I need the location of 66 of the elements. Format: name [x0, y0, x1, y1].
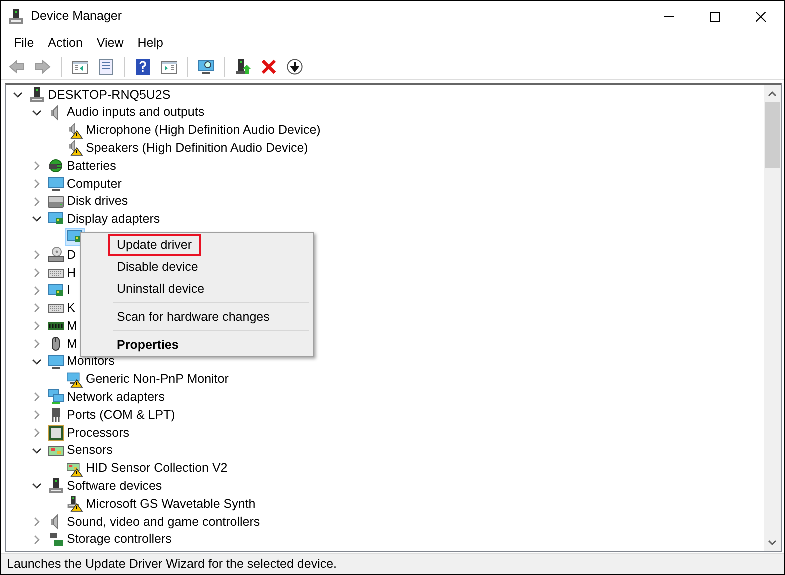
- battery-icon: [48, 158, 64, 174]
- delete-x-icon: [261, 58, 277, 74]
- panel-icon: [72, 58, 88, 74]
- close-icon: [756, 12, 766, 22]
- monitor-magnifier-icon: [198, 58, 214, 74]
- display-adapter-icon: [48, 282, 64, 299]
- tree-item[interactable]: Speakers (High Definition Audio Device): [65, 139, 310, 158]
- tree-item[interactable]: Display adapters: [46, 210, 162, 228]
- tree-item[interactable]: Microphone (High Definition Audio Device): [65, 122, 323, 140]
- network-icon: [48, 389, 64, 406]
- menu-item[interactable]: File: [7, 34, 42, 52]
- scroll-up-icon[interactable]: [768, 90, 777, 96]
- help-button[interactable]: [133, 56, 153, 76]
- menu-item[interactable]: Action: [41, 34, 90, 52]
- tree-item[interactable]: H: [46, 264, 78, 282]
- disc-drive-icon: [48, 247, 64, 264]
- properties-sheet-icon: [98, 58, 114, 74]
- tree-item[interactable]: M: [46, 335, 80, 353]
- tree-item[interactable]: Microsoft GS Wavetable Synth: [65, 495, 258, 514]
- download-circle-button[interactable]: [285, 56, 305, 76]
- tree-item[interactable]: Sensors: [46, 442, 115, 460]
- tree-item[interactable]: Computer: [46, 174, 124, 193]
- tree-item[interactable]: I: [46, 282, 72, 300]
- scroll-thumb[interactable]: [765, 102, 780, 168]
- tree-item[interactable]: Ports (COM & LPT): [46, 406, 178, 424]
- menu-item[interactable]: Disable device: [108, 256, 208, 278]
- tree-item[interactable]: Batteries: [46, 157, 118, 175]
- tree-item[interactable]: DESKTOP-RNQ5U2S: [27, 86, 173, 104]
- window-title: Device Manager: [31, 8, 122, 26]
- tree-item[interactable]: Processors: [46, 424, 132, 442]
- download-circle-icon: [287, 58, 303, 74]
- menu-item[interactable]: Uninstall device: [108, 278, 214, 300]
- tree-item[interactable]: Generic Non-PnP Monitor: [65, 370, 231, 389]
- tree-item[interactable]: M: [46, 317, 80, 336]
- computer-icon: [29, 86, 45, 103]
- storage-icon: [48, 532, 64, 548]
- monitor-icon: [48, 176, 64, 192]
- tree-item[interactable]: Network adapters: [46, 388, 167, 406]
- status-text: Launches the Update Driver Wizard for the selected device.: [1, 553, 784, 574]
- back-arrow-icon: [9, 58, 25, 74]
- tree-item[interactable]: HID Sensor Collection V2: [65, 460, 230, 478]
- help-icon: [135, 58, 151, 74]
- tree-item[interactable]: Audio inputs and outputs: [46, 104, 207, 122]
- tree-item[interactable]: Software devices: [46, 478, 164, 496]
- menu-item[interactable]: Help: [130, 34, 170, 52]
- processor-icon: [48, 425, 64, 442]
- device-arrow-icon: [235, 58, 251, 74]
- scrollbar[interactable]: [764, 85, 781, 551]
- tree-item[interactable]: Sound, video and game controllers: [46, 513, 262, 531]
- menu-item[interactable]: Scan for hardware changes: [108, 306, 279, 328]
- monitor-icon: [48, 354, 64, 370]
- device-arrow-button[interactable]: [233, 56, 253, 76]
- tree-item[interactable]: D: [46, 246, 78, 264]
- properties-sheet-button[interactable]: [96, 56, 116, 76]
- tree-item[interactable]: Disk drives: [46, 192, 130, 211]
- scroll-down-icon[interactable]: [768, 540, 777, 546]
- computer-icon: [9, 8, 23, 24]
- tree-item[interactable]: Storage controllers: [46, 530, 174, 549]
- forward-arrow-icon: [35, 58, 51, 74]
- menu-item[interactable]: Update driver: [108, 234, 202, 256]
- menu-item[interactable]: View: [90, 34, 131, 52]
- maximize-icon: [710, 12, 720, 22]
- panel-icon: [161, 58, 177, 74]
- drive-icon: [48, 194, 64, 210]
- computer-icon: [48, 478, 64, 494]
- tree-item[interactable]: K: [46, 300, 78, 318]
